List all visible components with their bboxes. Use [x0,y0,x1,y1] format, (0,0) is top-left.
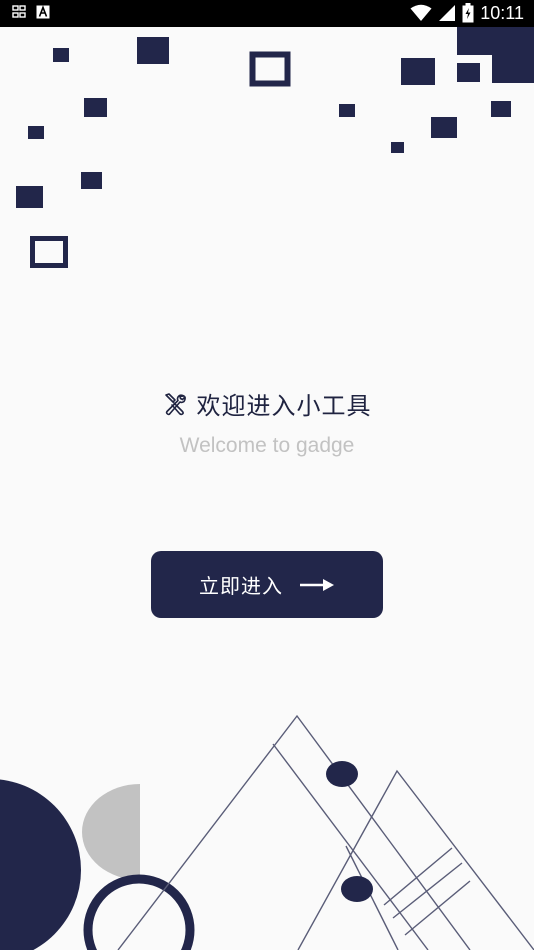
enter-now-button[interactable]: 立即进入 [151,551,383,618]
deco-dot [326,761,358,787]
top-decoration [16,27,534,268]
deco-half-circle [82,784,140,880]
deco-ring [83,874,195,950]
deco-square [84,98,107,117]
deco-square [401,58,435,85]
deco-square [492,27,534,83]
deco-outline-square [249,51,291,87]
deco-square [491,101,511,117]
deco-square [28,126,44,139]
deco-big-circle [0,779,81,950]
enter-now-label: 立即进入 [199,574,283,598]
deco-square [391,142,404,153]
deco-square [457,63,480,82]
deco-square [431,117,457,138]
deco-square [339,104,355,117]
deco-outline-square [30,236,68,268]
welcome-subtitle: Welcome to gadge [179,434,355,457]
deco-dot [341,876,373,902]
welcome-title: 欢迎进入小工具 [196,392,372,420]
deco-square [137,37,169,64]
deco-square [16,186,43,208]
tools-icon [164,392,186,415]
arrow-right-icon [300,578,334,591]
welcome-title-row: 欢迎进入小工具 [0,386,534,421]
deco-mountains [117,714,534,950]
deco-square [81,172,102,189]
deco-square [53,48,69,62]
